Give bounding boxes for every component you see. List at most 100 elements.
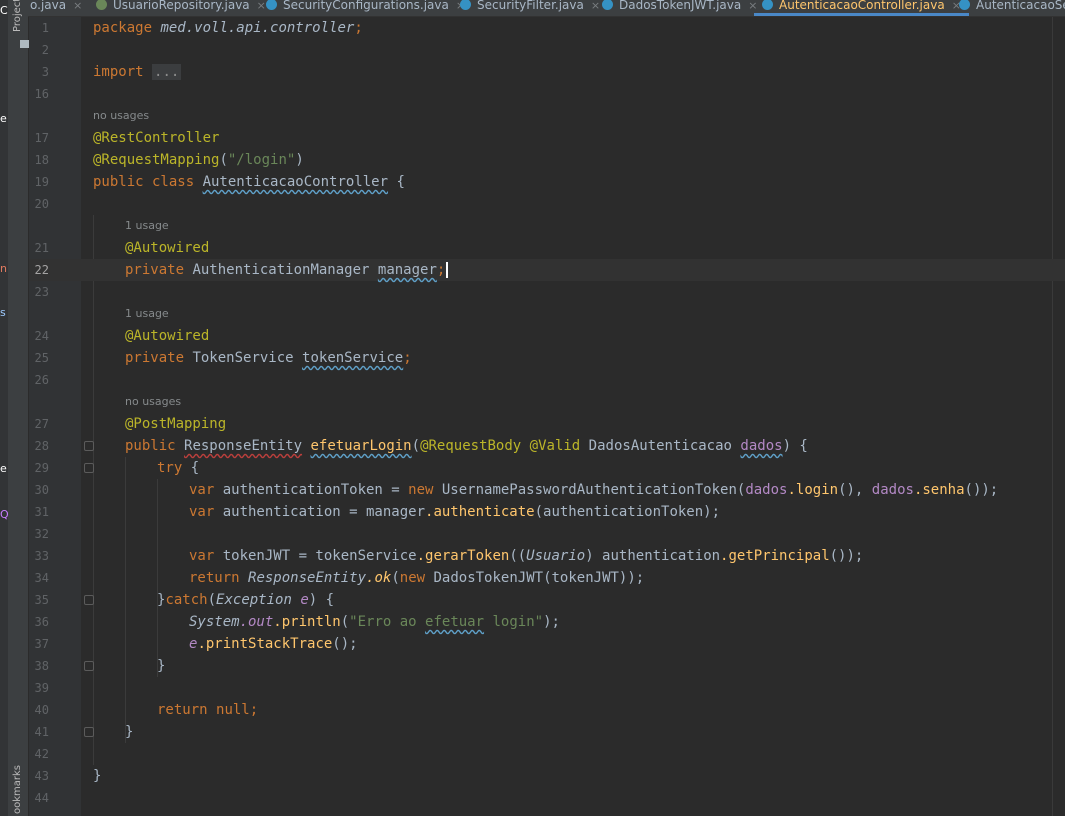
code-line[interactable]: 17 @RestController <box>29 127 1065 149</box>
class-icon <box>460 0 471 10</box>
close-icon[interactable]: × <box>73 0 82 12</box>
code-line[interactable]: 29 try { <box>29 457 1065 479</box>
tab-dados-token-jwt[interactable]: DadosTokenJWT.java × <box>602 0 757 15</box>
code-text: try { <box>157 460 200 476</box>
close-icon[interactable]: × <box>257 0 266 12</box>
line-number: 2 <box>41 43 49 57</box>
code-text: return null; <box>157 702 259 718</box>
close-icon[interactable]: × <box>591 0 600 12</box>
usage-hint[interactable]: 1 usage <box>125 215 169 237</box>
code-text: @RequestMapping("/login") <box>93 152 304 168</box>
code-line[interactable]: 44 <box>29 787 1065 809</box>
tab-security-configurations[interactable]: SecurityConfigurations.java× <box>266 0 465 15</box>
line-number: 42 <box>34 747 49 761</box>
code-line[interactable]: 43 } <box>29 765 1065 787</box>
line-number: 27 <box>34 417 49 431</box>
code-line[interactable]: 21 @Autowired <box>29 237 1065 259</box>
line-number: 39 <box>34 681 49 695</box>
code-line[interactable]: 36 System.out.println("Erro ao efetuar l… <box>29 611 1065 633</box>
code-text: @RestController <box>93 130 220 146</box>
code-line[interactable]: 1 package med.voll.api.controller; <box>29 17 1065 39</box>
code-text: } <box>125 724 134 740</box>
line-number: 29 <box>34 461 49 475</box>
line-number: 44 <box>34 791 49 805</box>
close-icon[interactable]: × <box>748 0 757 12</box>
code-line[interactable]: 30 var authenticationToken = new Usernam… <box>29 479 1065 501</box>
code-text: } <box>157 658 166 674</box>
code-line[interactable]: 25 private TokenService tokenService; <box>29 347 1065 369</box>
code-line[interactable]: 28 public ResponseEntity efetuarLogin(@R… <box>29 435 1065 457</box>
line-number: 31 <box>34 505 49 519</box>
code-text: private TokenService tokenService; <box>125 350 412 366</box>
line-number: 19 <box>34 175 49 189</box>
usage-hint[interactable]: no usages <box>93 105 149 127</box>
code-line[interactable]: 3 import ... <box>29 61 1065 83</box>
code-line[interactable]: 26 <box>29 369 1065 391</box>
code-line[interactable]: 32 <box>29 523 1065 545</box>
code-line[interactable]: 41 } <box>29 721 1065 743</box>
editor-tab-bar: o.java × UsuarioRepository.java × Security… <box>28 0 1065 17</box>
folded-imports[interactable]: ... <box>152 64 182 80</box>
tab-o-java[interactable]: o.java × <box>30 0 82 15</box>
tab-label: o.java <box>30 0 67 12</box>
code-text: @Autowired <box>125 240 210 256</box>
line-number: 36 <box>34 615 49 629</box>
tab-autenticacao-service[interactable]: AutenticacaoSer <box>959 0 1065 15</box>
line-number: 43 <box>34 769 49 783</box>
code-line[interactable]: 34 return ResponseEntity.ok(new DadosTok… <box>29 567 1065 589</box>
class-icon <box>266 0 277 10</box>
bookmarks-tool-button[interactable]: ookmarks <box>12 765 23 814</box>
line-number: 3 <box>41 65 49 79</box>
left-fragment: e <box>0 112 7 124</box>
code-line[interactable]: 40 return null; <box>29 699 1065 721</box>
left-fragment: s <box>0 306 6 318</box>
code-text: } <box>93 768 102 784</box>
code-line[interactable]: 31 var authentication = manager.authenti… <box>29 501 1065 523</box>
line-number: 32 <box>34 527 49 541</box>
code-line-current[interactable]: 22 private AuthenticationManager manager… <box>29 259 1065 281</box>
code-text: }catch(Exception e) { <box>157 592 335 608</box>
left-fragment: e <box>0 462 7 474</box>
tab-label: SecurityConfigurations.java <box>283 0 449 12</box>
line-number: 20 <box>34 197 49 211</box>
line-number: 33 <box>34 549 49 563</box>
tab-security-filter[interactable]: SecurityFilter.java × <box>460 0 600 15</box>
code-line[interactable]: 35 }catch(Exception e) { <box>29 589 1065 611</box>
code-text: import ... <box>93 64 182 80</box>
code-line[interactable]: 16 <box>29 83 1065 105</box>
project-tool-button[interactable]: Project <box>12 0 23 32</box>
tab-label: UsuarioRepository.java <box>113 0 250 12</box>
line-number: 1 <box>41 21 49 35</box>
code-line[interactable]: 38 } <box>29 655 1065 677</box>
line-number: 40 <box>34 703 49 717</box>
code-line[interactable]: 33 var tokenJWT = tokenService.gerarToke… <box>29 545 1065 567</box>
code-line[interactable]: 37 e.printStackTrace(); <box>29 633 1065 655</box>
line-number: 21 <box>34 241 49 255</box>
code-line[interactable]: 23 <box>29 281 1065 303</box>
line-number: 34 <box>34 571 49 585</box>
code-line[interactable]: 24 @Autowired <box>29 325 1065 347</box>
tab-label: AutenticacaoController.java <box>779 0 945 12</box>
left-edge-strip: C e n s e Q <box>0 0 8 816</box>
class-icon <box>762 0 773 10</box>
usage-hint[interactable]: no usages <box>125 391 181 413</box>
interface-icon <box>96 0 107 10</box>
class-icon <box>959 0 970 10</box>
text-caret <box>446 262 449 278</box>
code-line[interactable]: 27 @PostMapping <box>29 413 1065 435</box>
tab-usuario-repository[interactable]: UsuarioRepository.java × <box>96 0 266 15</box>
code-line[interactable]: 39 <box>29 677 1065 699</box>
line-number: 17 <box>34 131 49 145</box>
code-line[interactable]: 2 <box>29 39 1065 61</box>
code-line[interactable]: 18 @RequestMapping("/login") <box>29 149 1065 171</box>
usage-hint[interactable]: 1 usage <box>125 303 169 325</box>
code-line[interactable]: 20 <box>29 193 1065 215</box>
tab-autenticacao-controller[interactable]: AutenticacaoController.java × <box>754 0 969 16</box>
code-editor[interactable]: 1 package med.voll.api.controller; 2 3 i… <box>29 17 1065 816</box>
code-line[interactable]: 42 <box>29 743 1065 765</box>
left-fragment: Q <box>0 508 8 520</box>
code-line[interactable]: 19 public class AutenticacaoController { <box>29 171 1065 193</box>
code-text: var tokenJWT = tokenService.gerarToken((… <box>189 548 864 564</box>
line-number: 28 <box>34 439 49 453</box>
line-number: 22 <box>34 263 49 277</box>
